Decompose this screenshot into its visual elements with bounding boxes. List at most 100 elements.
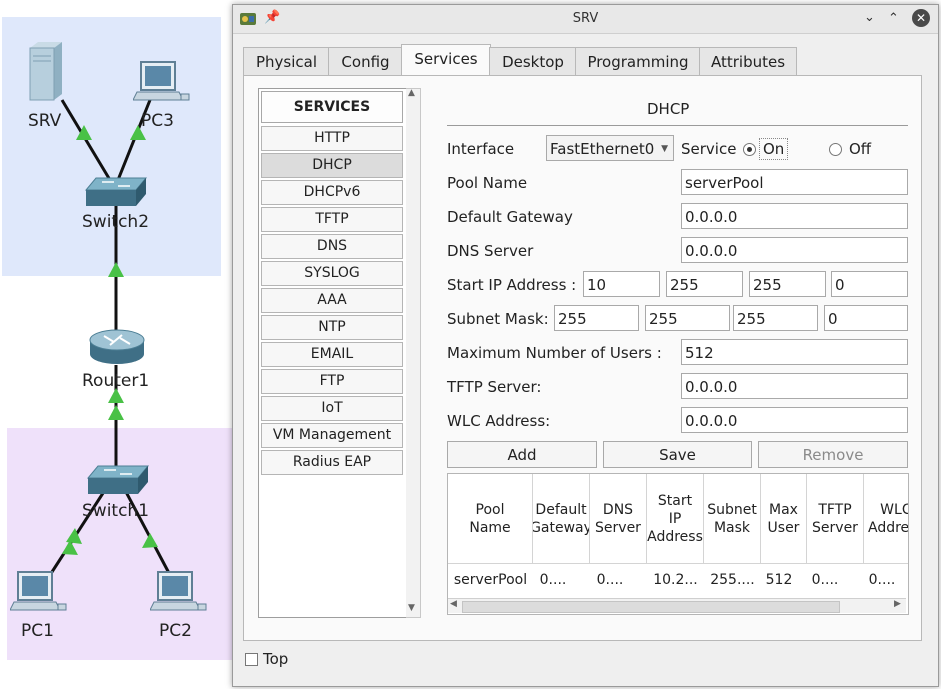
- default-gateway-input[interactable]: 0.0.0.0: [681, 203, 908, 229]
- table-header-dns-server[interactable]: DNS Server: [590, 474, 647, 564]
- dns-server-label: DNS Server: [447, 242, 534, 260]
- service-ntp-button[interactable]: NTP: [261, 315, 403, 340]
- start-ip-octet-4[interactable]: 0: [831, 271, 908, 297]
- default-gateway-label: Default Gateway: [447, 208, 573, 226]
- pool-name-label: Pool Name: [447, 174, 528, 192]
- table-cell: 0....: [596, 572, 624, 588]
- table-cell: 0....: [811, 572, 839, 588]
- pool-name-input[interactable]: serverPool: [681, 169, 908, 195]
- dns-server-input[interactable]: 0.0.0.0: [681, 237, 908, 263]
- chevron-down-icon[interactable]: ⌄: [864, 10, 875, 25]
- tftp-server-input[interactable]: 0.0.0.0: [681, 373, 908, 399]
- scroll-left-icon[interactable]: ◀: [450, 599, 457, 609]
- scroll-down-icon[interactable]: ▼: [408, 603, 415, 613]
- table-cell: 0....: [868, 572, 896, 588]
- start-ip-label: Start IP Address :: [447, 276, 577, 294]
- window-title: SRV: [572, 11, 599, 26]
- device-label-switch2: Switch2: [82, 212, 150, 232]
- table-cell: 10.2...: [653, 572, 698, 588]
- device-label-router1: Router1: [82, 371, 150, 391]
- dhcp-title: DHCP: [647, 100, 690, 118]
- interface-select-value: FastEthernet0: [550, 140, 655, 158]
- tab-config[interactable]: Config: [328, 47, 403, 75]
- subnet-mask-label: Subnet Mask:: [447, 310, 549, 328]
- scroll-up-icon[interactable]: ▲: [408, 88, 415, 98]
- topology-canvas[interactable]: SRV PC3 Switch2 Router1 Switch1 PC1 PC2: [0, 0, 240, 689]
- service-aaa-button[interactable]: AAA: [261, 288, 403, 313]
- start-ip-octet-3[interactable]: 255: [749, 271, 826, 297]
- device-label-pc2: PC2: [159, 621, 192, 641]
- pc-icon[interactable]: [150, 570, 208, 614]
- table-cell: 255....: [710, 572, 755, 588]
- switch-icon[interactable]: [84, 174, 148, 210]
- dhcp-pool-table: Pool Name Default Gateway DNS Server Sta…: [447, 473, 909, 615]
- service-dhcpv6-button[interactable]: DHCPv6: [261, 180, 403, 205]
- service-email-button[interactable]: EMAIL: [261, 342, 403, 367]
- service-dns-button[interactable]: DNS: [261, 234, 403, 259]
- add-button[interactable]: Add: [447, 441, 597, 468]
- subnet-mask-octet-4[interactable]: 0: [824, 305, 908, 331]
- service-off-label[interactable]: Off: [849, 140, 871, 158]
- server-icon[interactable]: [24, 40, 68, 102]
- subnet-mask-octet-2[interactable]: 255: [645, 305, 730, 331]
- router-icon[interactable]: [88, 326, 146, 366]
- scroll-right-icon[interactable]: ▶: [894, 599, 901, 609]
- services-header: SERVICES: [261, 91, 403, 123]
- dropdown-arrow-icon: ▼: [661, 144, 668, 154]
- table-horizontal-scrollbar[interactable]: ◀ ▶: [448, 598, 906, 613]
- save-button[interactable]: Save: [603, 441, 752, 468]
- service-ftp-button[interactable]: FTP: [261, 369, 403, 394]
- table-header-subnet-mask[interactable]: Subnet Mask: [704, 474, 761, 564]
- table-header-pool-name[interactable]: Pool Name: [448, 474, 533, 564]
- service-vm-management-button[interactable]: VM Management: [261, 423, 403, 448]
- service-on-radio[interactable]: [743, 143, 756, 156]
- service-on-label[interactable]: On: [759, 138, 789, 160]
- top-checkbox-label: Top: [263, 650, 289, 668]
- service-syslog-button[interactable]: SYSLOG: [261, 261, 403, 286]
- subnet-mask-octet-1[interactable]: 255: [554, 305, 639, 331]
- pc-icon[interactable]: [10, 570, 68, 614]
- tab-programming[interactable]: Programming: [575, 47, 701, 75]
- table-header-start-ip[interactable]: Start IP Address: [647, 474, 704, 564]
- table-cell: 0....: [539, 572, 567, 588]
- switch-icon[interactable]: [86, 462, 150, 498]
- table-header-max-user[interactable]: Max User: [761, 474, 807, 564]
- service-http-button[interactable]: HTTP: [261, 126, 403, 151]
- remove-button[interactable]: Remove: [758, 441, 908, 468]
- wlc-address-input[interactable]: 0.0.0.0: [681, 407, 908, 433]
- service-tftp-button[interactable]: TFTP: [261, 207, 403, 232]
- wlc-address-label: WLC Address:: [447, 412, 551, 430]
- service-radius-eap-button[interactable]: Radius EAP: [261, 450, 403, 475]
- close-icon[interactable]: ✕: [912, 9, 930, 27]
- tab-physical[interactable]: Physical: [243, 47, 330, 75]
- table-header-tftp-server[interactable]: TFTP Server: [807, 474, 864, 564]
- device-label-srv: SRV: [28, 111, 62, 131]
- scrollbar-thumb[interactable]: [462, 601, 840, 613]
- service-label: Service: [681, 140, 737, 158]
- table-header-wlc-address[interactable]: WLC Address: [864, 474, 908, 564]
- max-users-input[interactable]: 512: [681, 339, 908, 365]
- chevron-up-icon[interactable]: ⌃: [888, 11, 899, 26]
- services-scrollbar[interactable]: ▲ ▼: [406, 88, 421, 618]
- tab-attributes[interactable]: Attributes: [699, 47, 797, 75]
- tab-desktop[interactable]: Desktop: [489, 47, 577, 75]
- window-titlebar[interactable]: 📌 SRV ⌄ ⌃ ✕: [233, 5, 938, 34]
- device-label-pc3: PC3: [141, 111, 174, 131]
- pc-icon[interactable]: [133, 60, 191, 104]
- interface-select[interactable]: FastEthernet0 ▼: [546, 135, 674, 161]
- start-ip-octet-1[interactable]: 10: [583, 271, 660, 297]
- subnet-mask-octet-3[interactable]: 255: [733, 305, 818, 331]
- top-checkbox[interactable]: [245, 653, 258, 666]
- tab-services[interactable]: Services: [401, 44, 491, 76]
- services-panel: SERVICES HTTP DHCP DHCPv6 TFTP DNS SYSLO…: [243, 75, 922, 641]
- table-cell: serverPool: [453, 572, 528, 588]
- interface-label: Interface: [447, 140, 515, 158]
- service-off-radio[interactable]: [829, 143, 842, 156]
- table-header-default-gateway[interactable]: Default Gateway: [533, 474, 590, 564]
- start-ip-octet-2[interactable]: 255: [666, 271, 743, 297]
- service-iot-button[interactable]: IoT: [261, 396, 403, 421]
- device-label-pc1: PC1: [21, 621, 54, 641]
- tftp-server-label: TFTP Server:: [447, 378, 542, 396]
- service-dhcp-button[interactable]: DHCP: [261, 153, 403, 178]
- max-users-label: Maximum Number of Users :: [447, 344, 662, 362]
